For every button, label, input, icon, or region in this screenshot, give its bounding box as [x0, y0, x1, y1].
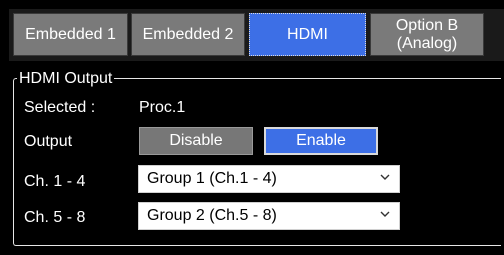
ch5-8-select[interactable]: Group 2 (Ch.5 - 8) — [138, 202, 400, 230]
tab-embedded-2[interactable]: Embedded 2 — [131, 13, 245, 56]
chevron-down-icon — [380, 174, 390, 180]
disable-button[interactable]: Disable — [139, 127, 253, 155]
selected-label: Selected : — [24, 99, 96, 116]
group-title: HDMI Output — [17, 70, 115, 88]
enable-button-label: Enable — [296, 132, 346, 149]
chevron-down-icon — [380, 211, 390, 217]
tab-label-line-2: (Analog) — [396, 34, 458, 52]
ch1-4-label: Ch. 1 - 4 — [24, 173, 86, 190]
ch5-8-select-value: Group 2 (Ch.5 - 8) — [147, 207, 277, 224]
tab-embedded-1[interactable]: Embedded 1 — [13, 13, 128, 56]
ch1-4-select[interactable]: Group 1 (Ch.1 - 4) — [138, 165, 400, 193]
tab-label: Option B (Analog) — [396, 17, 458, 53]
hdmi-panel: HDMI Output Selected : Proc.1 Output Dis… — [9, 61, 504, 251]
disable-button-label: Disable — [169, 132, 223, 149]
tab-label: Embedded 1 — [25, 25, 116, 43]
tab-label: Embedded 2 — [142, 25, 234, 43]
tab-option-b-analog[interactable]: Option B (Analog) — [370, 13, 484, 56]
tab-hdmi[interactable]: HDMI — [249, 13, 366, 56]
enable-button[interactable]: Enable — [264, 127, 378, 155]
ch1-4-select-value: Group 1 (Ch.1 - 4) — [147, 170, 277, 187]
tab-label-line-1: Option B — [395, 16, 459, 34]
tab-label: HDMI — [287, 25, 328, 43]
hdmi-settings-window: Embedded 1 Embedded 2 HDMI Option B (Ana… — [0, 0, 504, 255]
ch5-8-label: Ch. 5 - 8 — [24, 209, 86, 226]
output-label: Output — [24, 133, 73, 150]
selected-value: Proc.1 — [139, 99, 186, 116]
tab-strip: Embedded 1 Embedded 2 HDMI Option B (Ana… — [9, 9, 504, 62]
